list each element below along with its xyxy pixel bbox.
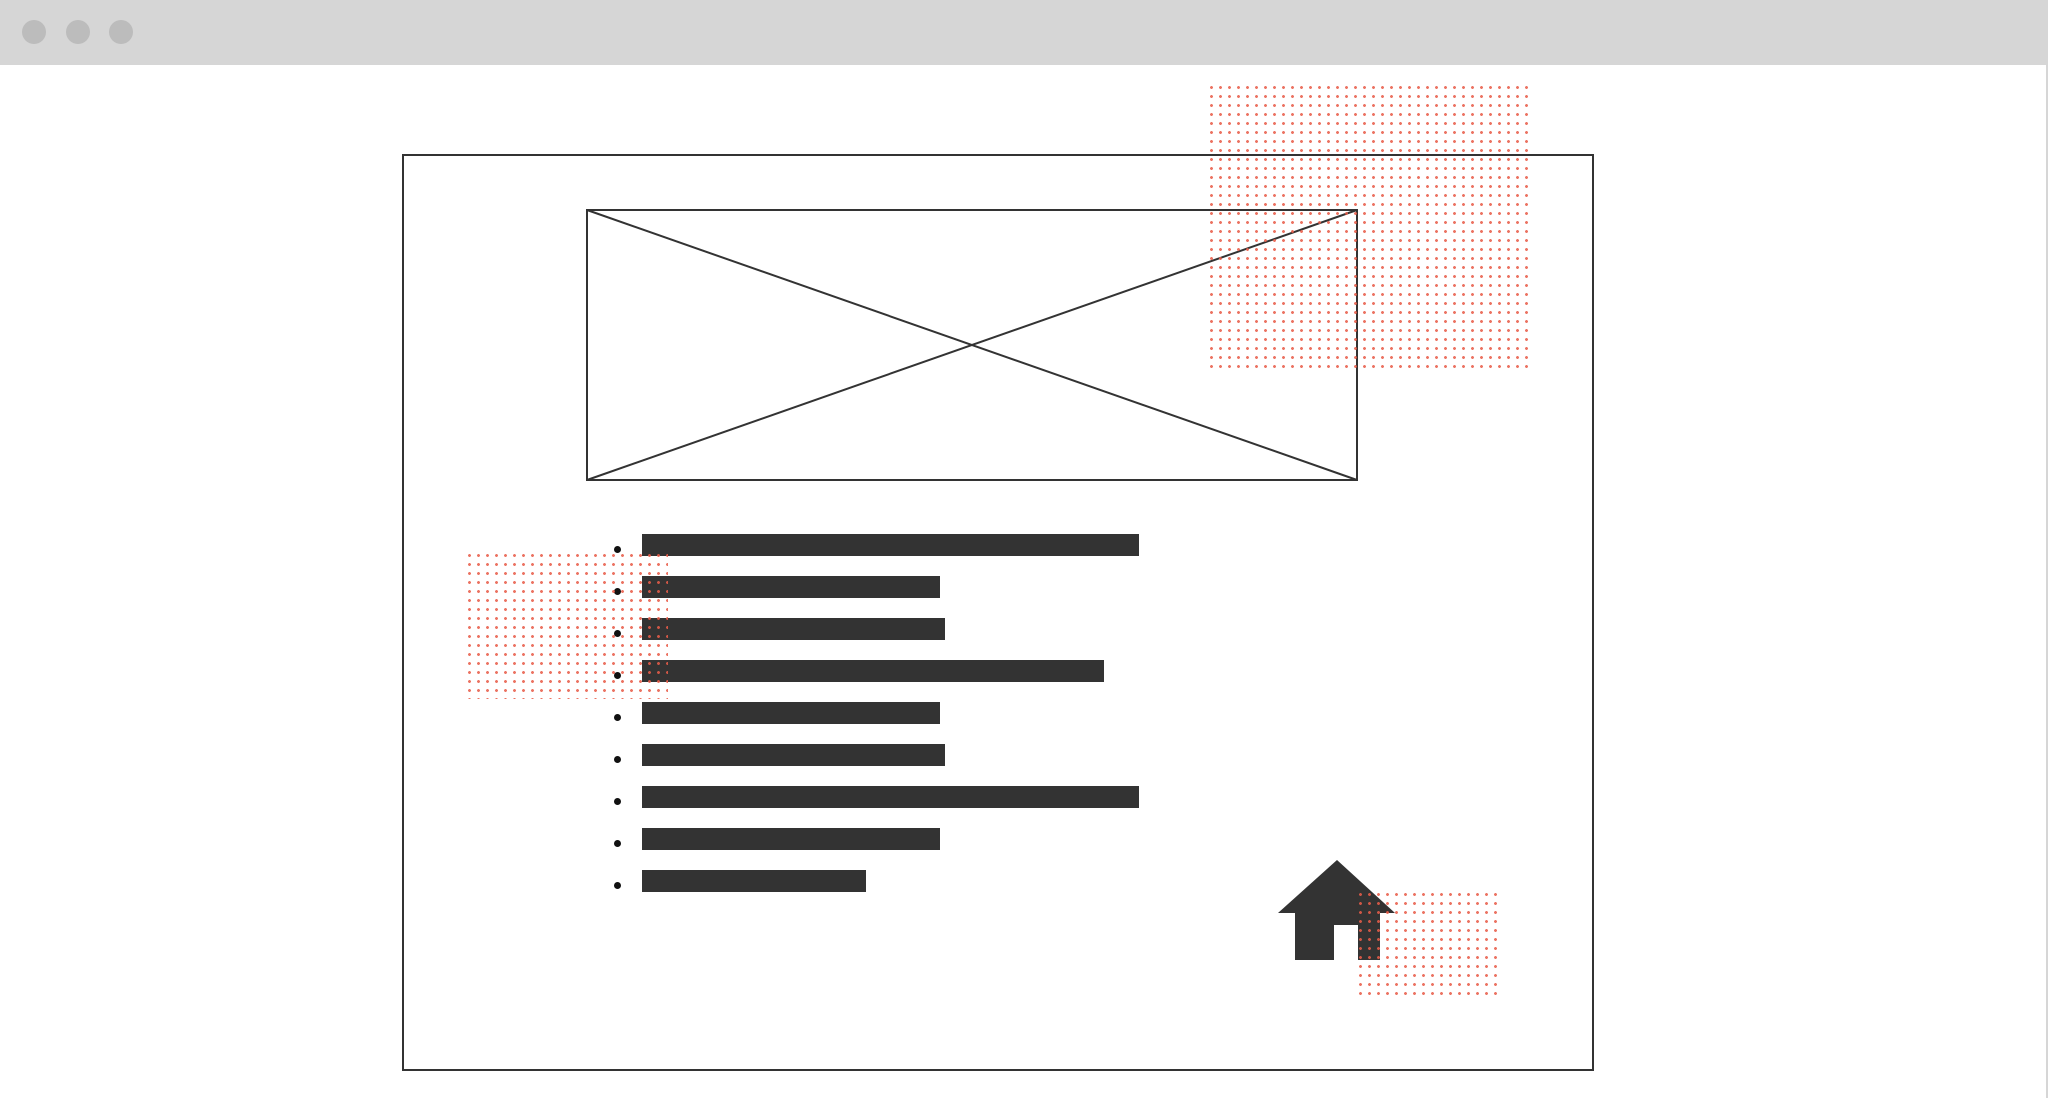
text-placeholder-bar [642, 828, 940, 850]
highlight-overlay-home [1356, 890, 1497, 997]
text-placeholder-bar [642, 576, 940, 598]
text-placeholder-bar [642, 702, 940, 724]
bullet-point [614, 756, 621, 763]
browser-window [0, 0, 2048, 1098]
close-button[interactable] [22, 20, 46, 44]
highlight-overlay-list [465, 551, 668, 699]
bullet-point [614, 840, 621, 847]
minimize-button[interactable] [66, 20, 90, 44]
text-placeholder-bar [642, 618, 945, 640]
text-placeholder-bar [642, 534, 1139, 556]
bullet-point [614, 714, 621, 721]
maximize-button[interactable] [109, 20, 133, 44]
highlight-overlay-top-right [1207, 83, 1529, 369]
text-placeholder-bar [642, 744, 945, 766]
text-placeholder-bar [642, 870, 866, 892]
text-placeholder-bar [642, 660, 1104, 682]
bullet-point [614, 798, 621, 805]
title-bar [0, 0, 2048, 65]
text-placeholder-bar [642, 786, 1139, 808]
bullet-point [614, 882, 621, 889]
